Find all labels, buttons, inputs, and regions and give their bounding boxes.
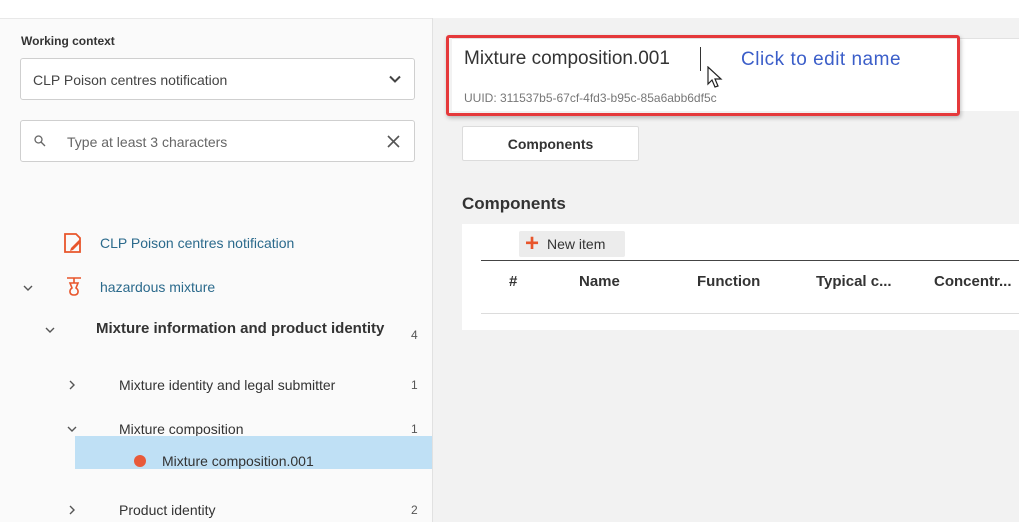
new-item-label: New item (547, 236, 606, 252)
chevron-right-icon[interactable] (67, 505, 77, 515)
app-window: Working context CLP Poison centres notif… (0, 0, 1019, 522)
plus-icon: + (525, 230, 540, 257)
tree-item-label: hazardous mixture (100, 279, 216, 295)
chevron-down-icon[interactable] (45, 325, 55, 335)
column-header-index[interactable]: # (509, 273, 517, 290)
context-select[interactable]: CLP Poison centres notification (20, 58, 415, 100)
search-field[interactable] (20, 120, 415, 162)
table-divider (481, 313, 1019, 314)
mouse-pointer-icon (707, 66, 723, 88)
item-count: 1 (411, 378, 418, 392)
edit-document-icon (64, 233, 81, 253)
tree-item-product-identity[interactable]: Product identity (119, 502, 216, 518)
tree-item-hazardous-mixture[interactable]: hazardous mixture (64, 276, 215, 298)
highlight-box (446, 35, 960, 116)
chevron-down-icon[interactable] (67, 424, 77, 434)
tab-components[interactable]: Components (462, 126, 639, 161)
clear-search-icon[interactable] (387, 135, 400, 148)
tree-item-mixture-identity[interactable]: Mixture identity and legal submitter (119, 377, 335, 393)
tree-item-label: Mixture composition.001 (162, 453, 314, 469)
column-header-function[interactable]: Function (697, 273, 760, 290)
section-title: Components (462, 194, 566, 213)
tree-item-label: CLP Poison centres notification (100, 235, 295, 251)
item-count: 2 (411, 503, 418, 517)
status-dot-icon (134, 455, 146, 467)
tree-item-dossier[interactable]: CLP Poison centres notification (62, 232, 294, 254)
chevron-right-icon[interactable] (67, 380, 77, 390)
top-strip (0, 0, 1019, 18)
item-count: 4 (411, 328, 418, 342)
new-item-button[interactable]: + New item (519, 231, 625, 257)
tree-item-mixture-information[interactable]: Mixture information and product identity (96, 320, 386, 337)
search-icon (34, 135, 46, 147)
column-header-typical-concentration[interactable]: Typical c... (816, 273, 892, 290)
context-select-value: CLP Poison centres notification (33, 72, 228, 88)
item-count: 1 (411, 422, 418, 436)
tree-item-mixture-composition[interactable]: Mixture composition (119, 421, 244, 437)
column-header-name[interactable]: Name (579, 273, 620, 290)
column-header-concentration[interactable]: Concentr... (934, 273, 1012, 290)
chevron-down-icon (389, 75, 401, 83)
search-input[interactable] (67, 131, 367, 153)
flask-icon (67, 277, 81, 296)
working-context-label: Working context (21, 34, 115, 48)
chevron-down-icon[interactable] (23, 283, 33, 293)
tree-item-mixture-composition-001[interactable]: Mixture composition.001 (134, 453, 314, 469)
table-header-divider (481, 260, 1019, 261)
